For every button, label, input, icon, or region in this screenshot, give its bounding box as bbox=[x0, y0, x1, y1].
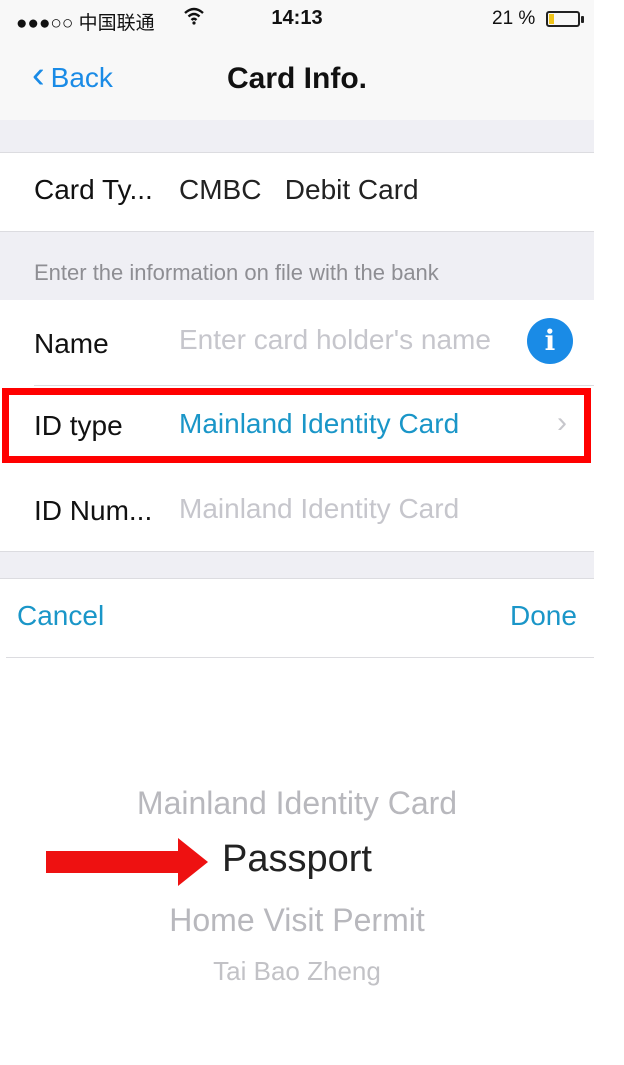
divider bbox=[0, 578, 594, 579]
arrow-annotation-icon bbox=[178, 838, 208, 886]
id-number-row[interactable]: ID Num... Mainland Identity Card bbox=[0, 468, 594, 550]
divider bbox=[34, 385, 594, 386]
section-hint: Enter the information on file with the b… bbox=[34, 260, 439, 285]
card-type-value: CMBC Debit Card bbox=[179, 174, 419, 205]
picker-option[interactable]: Mainland Identity Card bbox=[0, 785, 594, 822]
page-title: Card Info. bbox=[227, 62, 367, 95]
card-type-label: Card Ty... bbox=[34, 174, 153, 205]
arrow-annotation-shaft bbox=[46, 851, 182, 873]
battery-tip bbox=[581, 16, 584, 23]
battery-percent: 21 % bbox=[492, 8, 536, 29]
name-input[interactable]: Enter card holder's name bbox=[179, 324, 491, 356]
card-type-row: Card Ty... CMBC Debit Card bbox=[0, 152, 594, 231]
name-row[interactable]: Name Enter card holder's name bbox=[0, 300, 594, 384]
name-label: Name bbox=[34, 328, 109, 359]
screen: ●●●○○ 中国联通 14:13 21 % ‹ Back Card Info. … bbox=[0, 0, 594, 1065]
nav-bar: ‹ Back Card Info. bbox=[0, 40, 594, 120]
divider bbox=[0, 551, 594, 552]
section-spacer bbox=[0, 120, 594, 152]
picker-option[interactable]: Home Visit Permit bbox=[0, 902, 594, 939]
cancel-button[interactable]: Cancel bbox=[17, 600, 104, 632]
picker-option[interactable]: Tai Bao Zheng bbox=[0, 956, 594, 987]
divider bbox=[6, 657, 594, 658]
done-button[interactable]: Done bbox=[510, 600, 577, 632]
info-icon[interactable]: i bbox=[527, 318, 573, 364]
section-header: Enter the information on file with the b… bbox=[0, 232, 594, 300]
battery-fill bbox=[549, 14, 554, 24]
divider bbox=[0, 231, 594, 232]
id-number-input[interactable]: Mainland Identity Card bbox=[179, 493, 459, 525]
battery-icon bbox=[546, 11, 580, 27]
status-bar: ●●●○○ 中国联通 14:13 21 % bbox=[0, 0, 594, 40]
section-spacer bbox=[0, 552, 594, 578]
highlight-box bbox=[2, 388, 591, 463]
id-number-label: ID Num... bbox=[34, 495, 153, 526]
